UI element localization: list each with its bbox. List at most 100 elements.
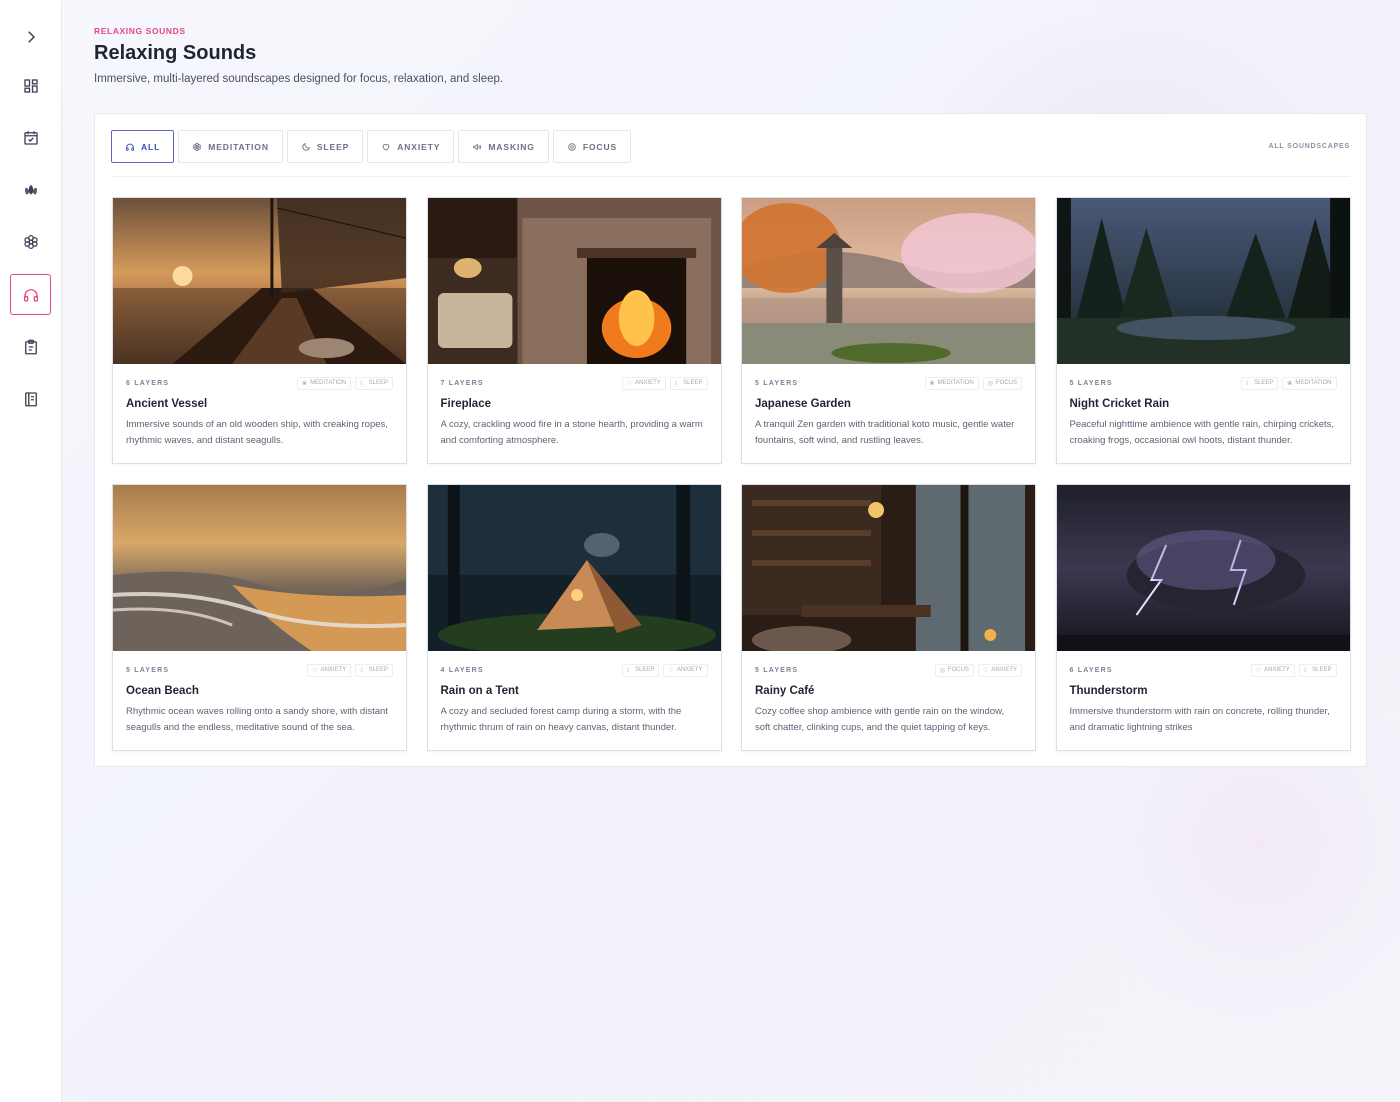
filter-label: ANXIETY	[397, 141, 441, 152]
filter-label: MASKING	[488, 141, 535, 152]
soundscape-card[interactable]: 7 LAYERS ♡ ANXIETY ☾ SLEEP Fireplace A coz…	[426, 197, 722, 464]
heart-icon	[382, 143, 390, 151]
filter-focus[interactable]: FOCUS	[552, 130, 632, 163]
tag-label: SLEEP	[1312, 667, 1332, 673]
tag-anxiety: ♡ ANXIETY	[621, 376, 666, 390]
tag-meditation: ❀ MEDITATION	[924, 376, 979, 390]
sidebar	[0, 0, 62, 1102]
heart-icon: ♡	[312, 667, 318, 674]
filter-label: ALL	[141, 141, 161, 152]
sidebar-item-dashboard[interactable]	[10, 65, 51, 106]
sidebar-item-breathing[interactable]	[10, 221, 51, 262]
soundscapes-panel: ALL MEDITATION SLEEP ANXIETY MASKING FOC…	[94, 113, 1367, 767]
soundscape-card[interactable]: 5 LAYERS ❀ MEDITATION ◎ FOCUS Japanese Gar…	[741, 197, 1036, 464]
tag-sleep: ☾ SLEEP	[621, 663, 660, 677]
card-title: Fireplace	[440, 398, 492, 410]
tag-meditation: ❀ MEDITATION	[297, 376, 352, 390]
card-description: Immersive thunderstorm with rain on conc…	[1069, 706, 1330, 733]
tag-label: ANXIETY	[1264, 667, 1290, 673]
soundscape-card[interactable]: 6 LAYERS ♡ ANXIETY ☾ SLEEP Thunderstorm Im…	[1055, 484, 1351, 751]
filter-label: SLEEP	[316, 141, 350, 152]
filter-anxiety[interactable]: ANXIETY	[367, 130, 455, 163]
moon-icon: ☾	[674, 380, 681, 387]
card-title: Ocean Beach	[126, 685, 199, 697]
chevron-right-icon	[27, 30, 35, 43]
soundscape-grid: 6 LAYERS ❀ MEDITATION ☾ SLEEP Ancient Vess…	[112, 197, 1351, 751]
tag-sleep: ☾ SLEEP	[355, 376, 393, 390]
tag-sleep: ☾ SLEEP	[669, 376, 708, 390]
tag-label: SLEEP	[368, 380, 388, 386]
tag-anxiety: ♡ ANXIETY	[307, 663, 352, 677]
tag-anxiety: ♡ ANXIETY	[977, 663, 1022, 677]
beach-image	[113, 485, 406, 651]
card-title: Night Cricket Rain	[1069, 398, 1170, 410]
sidebar-item-calendar[interactable]	[10, 117, 51, 158]
soundscape-card[interactable]: 4 LAYERS ☾ SLEEP ♡ ANXIETY Rain on a Tent …	[426, 484, 722, 751]
storm-image	[1056, 485, 1350, 651]
moon-icon: ☾	[1303, 667, 1310, 674]
page-title: Relaxing Sounds	[94, 42, 257, 64]
heart-icon: ♡	[668, 667, 674, 674]
filter-sleep[interactable]: SLEEP	[286, 130, 364, 163]
layer-count: 4 LAYERS	[440, 666, 484, 674]
heart-icon: ♡	[982, 667, 989, 674]
tag-sleep: ☾ SLEEP	[355, 663, 393, 677]
sidebar-item-sounds[interactable]	[10, 274, 51, 315]
garden-image	[742, 198, 1035, 364]
tag-label: MEDITATION	[937, 380, 974, 386]
card-description: Rhythmic ocean waves rolling onto a sand…	[126, 706, 388, 733]
card-description: Peaceful nighttime ambience with gentle …	[1069, 419, 1335, 446]
tag-focus: ◎ FOCUS	[934, 663, 974, 677]
lotus-icon	[24, 184, 37, 194]
layer-count: 5 LAYERS	[755, 666, 799, 674]
tag-sleep: ☾ SLEEP	[1240, 376, 1279, 390]
page-subtitle: Immersive, multi-layered soundscapes des…	[94, 73, 504, 85]
card-title: Rain on a Tent	[440, 685, 519, 697]
card-title: Japanese Garden	[755, 398, 851, 410]
sidebar-item-meditation[interactable]	[10, 169, 51, 210]
filter-all[interactable]: ALL	[111, 130, 175, 163]
filter-label: MEDITATION	[208, 141, 269, 152]
flower-icon	[23, 234, 38, 249]
clipboard-icon	[24, 339, 37, 354]
tag-label: FOCUS	[996, 380, 1017, 386]
soundscape-card[interactable]: 5 LAYERS ♡ ANXIETY ☾ SLEEP Ocean Beach Rhy…	[112, 484, 407, 751]
moon-icon: ☾	[626, 667, 633, 674]
card-description: A cozy and secluded forest camp during a…	[440, 706, 682, 733]
tag-sleep: ☾ SLEEP	[1298, 663, 1337, 677]
tag-label: SLEEP	[368, 667, 388, 673]
moon-icon: ☾	[360, 667, 366, 674]
fireplace-image	[427, 198, 721, 364]
layer-count: 5 LAYERS	[1069, 379, 1113, 387]
tag-label: ANXIETY	[320, 667, 347, 673]
card-description: A tranquil Zen garden with traditional k…	[755, 419, 1015, 446]
soundscape-card[interactable]: 6 LAYERS ❀ MEDITATION ☾ SLEEP Ancient Vess…	[112, 197, 407, 464]
tag-label: SLEEP	[1254, 380, 1274, 386]
filter-meditation[interactable]: MEDITATION	[178, 130, 283, 163]
moon-icon	[302, 142, 310, 151]
tag-label: FOCUS	[947, 667, 969, 673]
card-description: A cozy, crackling wood fire in a stone h…	[440, 419, 703, 446]
target-icon: ◎	[939, 667, 945, 674]
soundscape-card[interactable]: 5 LAYERS ◎ FOCUS ♡ ANXIETY Rainy Café Cozy…	[741, 484, 1036, 751]
soundscape-card[interactable]: 5 LAYERS ☾ SLEEP ❀ MEDITATION Night Cricke…	[1055, 197, 1351, 464]
card-description: Cozy coffee shop ambience with gentle ra…	[755, 706, 1005, 733]
sidebar-toggle-button[interactable]	[10, 16, 51, 57]
all-soundscapes-link[interactable]: ALL SOUNDSCAPES	[1269, 143, 1351, 150]
target-icon: ◎	[987, 380, 993, 387]
sidebar-item-tasks[interactable]	[10, 326, 51, 367]
tag-anxiety: ♡ ANXIETY	[663, 663, 708, 677]
filter-masking[interactable]: MASKING	[458, 130, 549, 163]
tag-label: MEDITATION	[1295, 380, 1332, 386]
target-icon	[568, 142, 576, 151]
tag-focus: ◎ FOCUS	[982, 376, 1022, 390]
card-title: Thunderstorm	[1069, 685, 1148, 697]
tent-image	[427, 485, 721, 651]
layer-count: 7 LAYERS	[440, 379, 484, 387]
sidebar-item-journal[interactable]	[10, 378, 51, 419]
card-description: Immersive sounds of an old wooden ship, …	[126, 419, 388, 446]
page-eyebrow: RELAXING SOUNDS	[94, 26, 186, 36]
tag-label: ANXIETY	[991, 667, 1017, 673]
forest-image	[1056, 198, 1350, 364]
heart-icon: ♡	[1255, 667, 1262, 674]
